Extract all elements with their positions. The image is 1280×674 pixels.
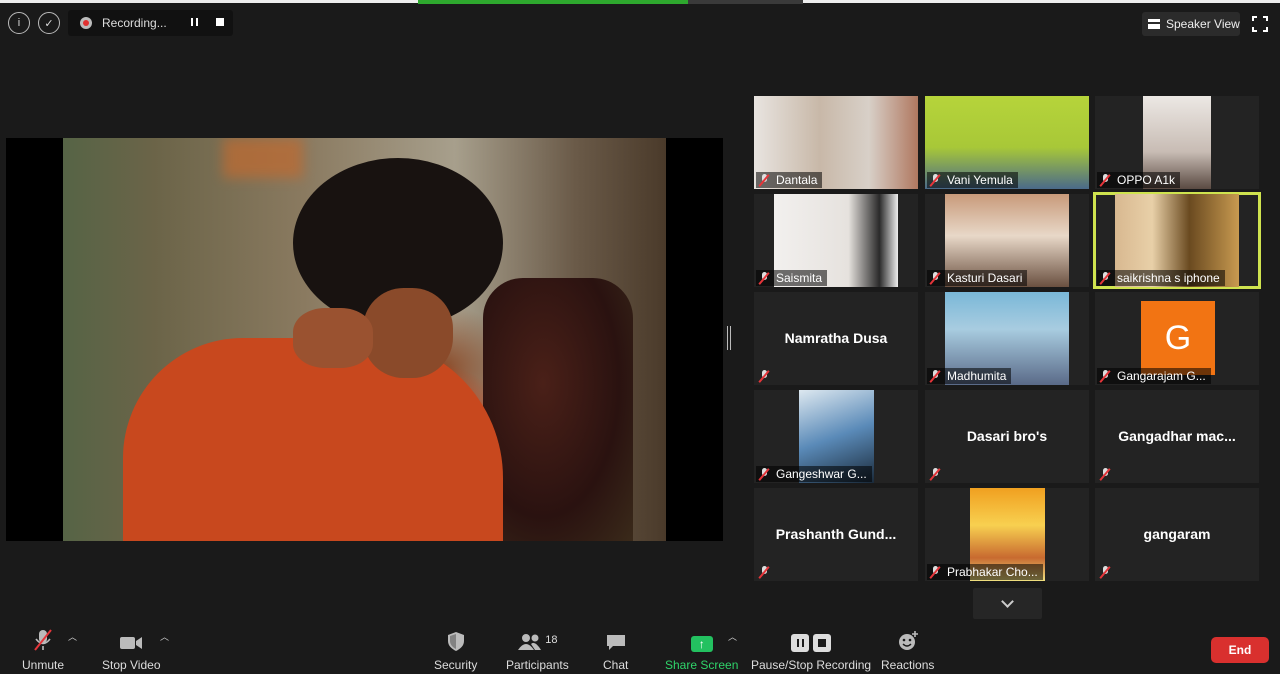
stop-recording-icon bbox=[813, 634, 832, 652]
participant-tile[interactable]: gangaram bbox=[1095, 488, 1259, 581]
smiley-plus-icon bbox=[896, 628, 920, 652]
unmute-button[interactable]: Unmute bbox=[22, 628, 64, 672]
participant-name: Namratha Dusa bbox=[784, 330, 888, 346]
shield-icon bbox=[446, 628, 466, 652]
participant-tile[interactable]: Dasari bro's bbox=[925, 390, 1089, 483]
muted-mic-icon bbox=[757, 468, 771, 481]
participant-name: Prabhakar Cho... bbox=[927, 564, 1043, 580]
participant-tile[interactable]: Saismita bbox=[754, 194, 918, 287]
participant-tile[interactable]: saikrishna s iphone bbox=[1093, 192, 1261, 289]
reactions-label: Reactions bbox=[881, 658, 935, 672]
meeting-info-icon[interactable]: i bbox=[8, 12, 30, 34]
participant-name: Gangeshwar G... bbox=[756, 466, 872, 482]
participants-label: Participants bbox=[506, 658, 569, 672]
participant-tile[interactable]: Gangadhar mac... bbox=[1095, 390, 1259, 483]
screen-share-indicator bbox=[418, 0, 803, 4]
reactions-button[interactable]: Reactions bbox=[881, 628, 934, 672]
chevron-down-icon bbox=[1001, 595, 1014, 608]
panel-splitter-handle[interactable] bbox=[727, 326, 731, 350]
share-options-caret-icon[interactable]: ︿ bbox=[728, 630, 737, 643]
participant-name: saikrishna s iphone bbox=[1097, 270, 1225, 286]
chat-bubble-icon bbox=[605, 628, 627, 652]
speaker-view-button[interactable]: Speaker View bbox=[1142, 12, 1240, 36]
top-edge-left bbox=[0, 0, 418, 3]
meeting-toolbar: Unmute ︿ Stop Video ︿ Security 18 Partic… bbox=[0, 620, 1280, 674]
encryption-shield-icon[interactable]: ✓ bbox=[38, 12, 60, 34]
muted-mic-icon bbox=[928, 468, 942, 481]
participant-name: Prashanth Gund... bbox=[775, 526, 897, 542]
pause-recording-button[interactable] bbox=[184, 17, 204, 29]
participant-count: 18 bbox=[545, 634, 558, 646]
chat-label: Chat bbox=[603, 658, 629, 672]
muted-mic-icon bbox=[928, 174, 942, 187]
pause-icon bbox=[190, 17, 198, 26]
muted-mic-icon bbox=[1098, 370, 1112, 383]
participant-name: gangaram bbox=[1143, 526, 1211, 542]
participant-name: Gangarajam G... bbox=[1097, 368, 1211, 384]
participant-tile[interactable]: Namratha Dusa bbox=[754, 292, 918, 385]
share-screen-label: Share Screen bbox=[665, 658, 739, 672]
top-edge-right bbox=[803, 0, 1280, 3]
muted-mic-icon bbox=[928, 370, 942, 383]
participants-icon bbox=[518, 634, 542, 650]
participant-tile[interactable]: Dantala bbox=[754, 96, 918, 189]
participant-avatar: G bbox=[1141, 301, 1215, 375]
participant-name: Gangadhar mac... bbox=[1118, 428, 1236, 444]
video-camera-icon bbox=[118, 628, 144, 652]
speaker-view-label: Speaker View bbox=[1166, 17, 1240, 31]
stop-video-button[interactable]: Stop Video bbox=[102, 628, 161, 672]
stop-icon bbox=[216, 17, 224, 26]
fullscreen-icon[interactable] bbox=[1252, 16, 1268, 32]
security-button[interactable]: Security bbox=[434, 628, 477, 672]
audio-options-caret-icon[interactable]: ︿ bbox=[68, 630, 77, 643]
video-options-caret-icon[interactable]: ︿ bbox=[160, 630, 169, 643]
recording-status-text: Recording... bbox=[102, 16, 167, 30]
participant-tile[interactable]: OPPO A1k bbox=[1095, 96, 1259, 189]
muted-mic-icon bbox=[757, 566, 771, 579]
shared-video-frame bbox=[63, 138, 666, 541]
unmute-label: Unmute bbox=[22, 658, 65, 672]
pause-recording-icon bbox=[791, 634, 810, 652]
participant-tile[interactable]: Gangeshwar G... bbox=[754, 390, 918, 483]
pause-stop-recording-label: Pause/Stop Recording bbox=[751, 658, 872, 672]
muted-mic-icon bbox=[757, 174, 771, 187]
participant-tile[interactable]: Madhumita bbox=[925, 292, 1089, 385]
muted-mic-icon bbox=[1098, 468, 1112, 481]
main-video bbox=[6, 138, 723, 541]
participant-tile[interactable]: G Gangarajam G... bbox=[1095, 292, 1259, 385]
participant-tile[interactable]: Kasturi Dasari bbox=[925, 194, 1089, 287]
muted-mic-icon bbox=[928, 566, 942, 579]
muted-mic-icon bbox=[757, 370, 771, 383]
muted-mic-icon bbox=[32, 628, 54, 652]
muted-mic-icon bbox=[1098, 272, 1112, 285]
recording-dot-icon bbox=[80, 17, 92, 29]
gallery-next-page-button[interactable] bbox=[973, 588, 1042, 619]
stop-video-label: Stop Video bbox=[102, 658, 161, 672]
participant-tile[interactable]: Prashanth Gund... bbox=[754, 488, 918, 581]
layout-grid-icon bbox=[1148, 19, 1160, 29]
muted-mic-icon bbox=[1098, 174, 1112, 187]
participant-tile[interactable]: Vani Yemula bbox=[925, 96, 1089, 189]
share-screen-icon: ↑ bbox=[690, 636, 713, 652]
recording-indicator: Recording... bbox=[68, 10, 233, 36]
screen-share-indicator-fill bbox=[418, 0, 688, 4]
stop-recording-button[interactable] bbox=[210, 17, 230, 29]
participant-tile[interactable]: Prabhakar Cho... bbox=[925, 488, 1089, 581]
participants-button[interactable]: 18 Participants bbox=[506, 628, 569, 672]
muted-mic-icon bbox=[928, 272, 942, 285]
security-label: Security bbox=[434, 658, 478, 672]
end-meeting-button[interactable]: End bbox=[1211, 637, 1269, 663]
muted-mic-icon bbox=[757, 272, 771, 285]
participant-name: Kasturi Dasari bbox=[927, 270, 1028, 286]
participant-name: Dasari bro's bbox=[966, 428, 1048, 444]
muted-mic-icon bbox=[1098, 566, 1112, 579]
pause-stop-recording-button[interactable]: Pause/Stop Recording bbox=[751, 628, 871, 672]
chat-button[interactable]: Chat bbox=[603, 628, 628, 672]
